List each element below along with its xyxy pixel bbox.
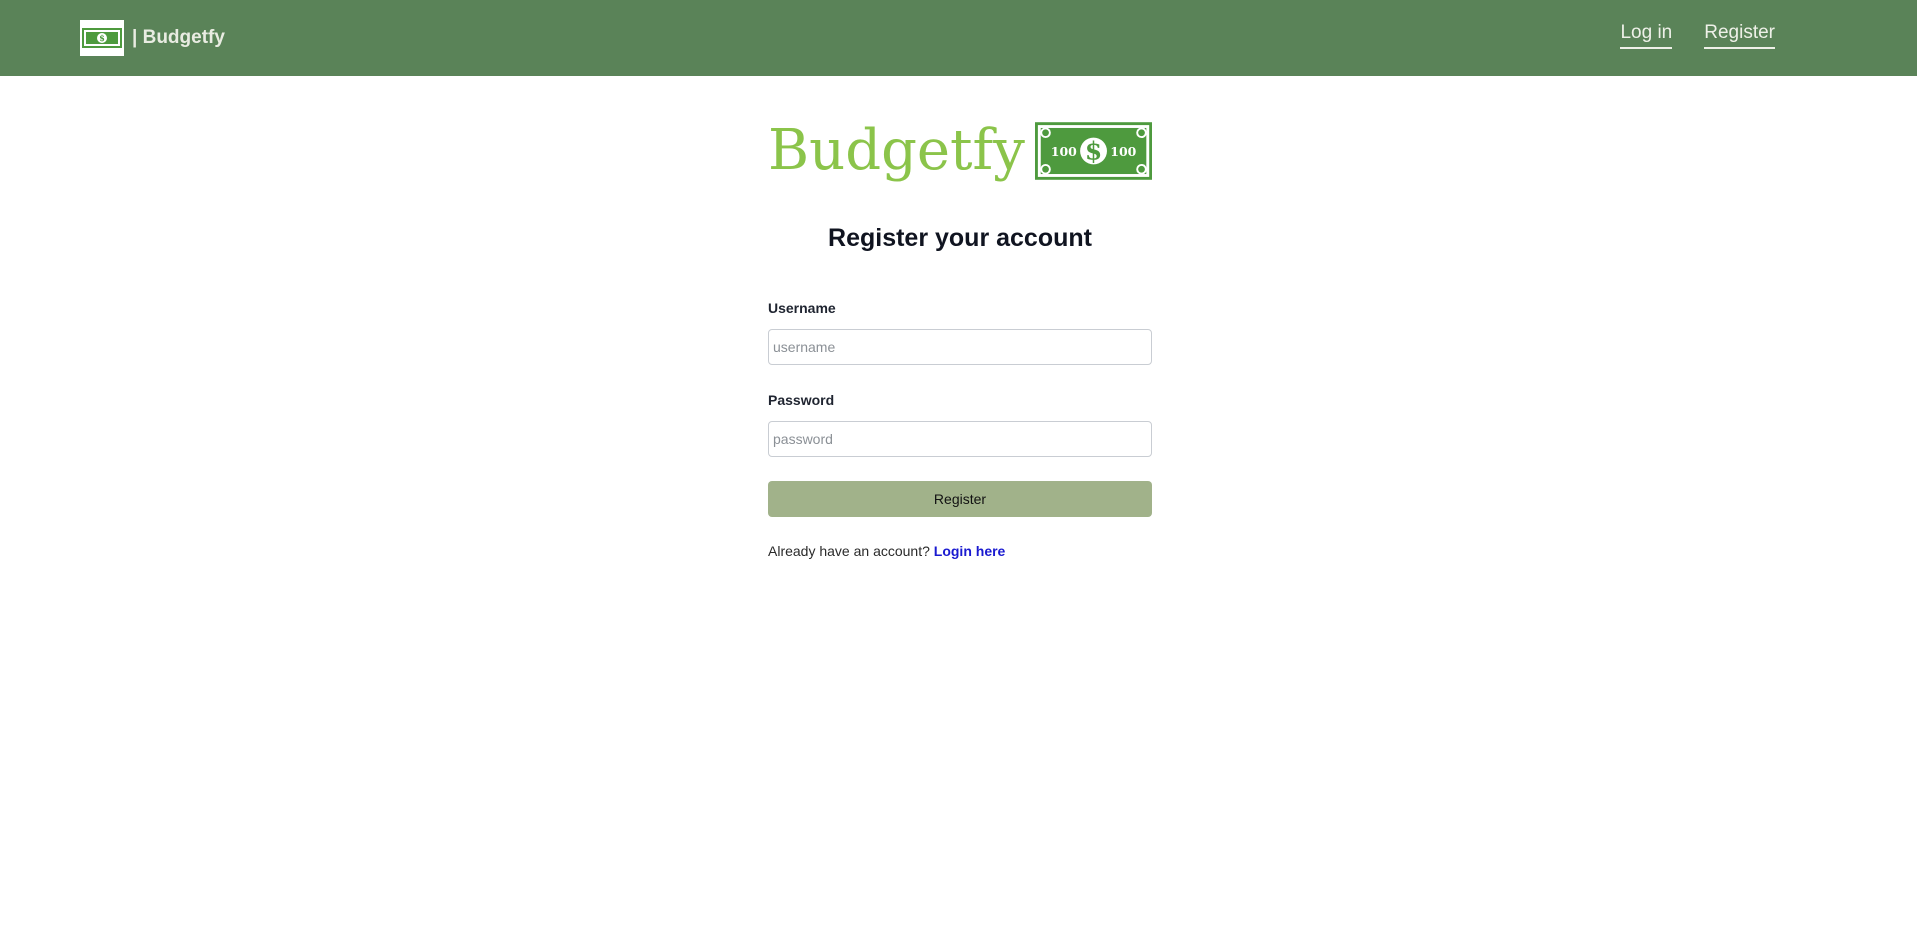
navbar: $ | Budgetfy Log in Register <box>0 0 1917 76</box>
money-bill-logo-icon: $ <box>80 20 124 56</box>
username-input[interactable] <box>768 329 1152 365</box>
svg-text:$: $ <box>1085 137 1102 166</box>
bill-value-left: 100 <box>1051 144 1077 159</box>
hero-logo: Budgetfy 100 100 $ <box>768 120 1152 182</box>
login-prompt: Already have an account? Login here <box>768 543 1005 559</box>
username-label: Username <box>768 300 836 316</box>
brand-text: | Budgetfy <box>132 27 225 48</box>
svg-text:$: $ <box>99 33 105 43</box>
password-label: Password <box>768 392 835 408</box>
money-bill-icon: 100 100 $ <box>1034 122 1152 180</box>
hero-title: Budgetfy <box>768 118 1025 183</box>
page-title: Register your account <box>828 224 1092 252</box>
register-button[interactable]: Register <box>768 481 1152 517</box>
login-link[interactable]: Login here <box>934 543 1006 559</box>
brand[interactable]: $ | Budgetfy <box>80 20 225 56</box>
nav-links: Log in Register <box>1620 22 1775 49</box>
bill-value-right: 100 <box>1110 144 1136 159</box>
password-input[interactable] <box>768 421 1152 457</box>
login-prompt-text: Already have an account? <box>768 543 930 559</box>
nav-link-login[interactable]: Log in <box>1620 22 1673 49</box>
nav-link-register[interactable]: Register <box>1704 22 1775 49</box>
